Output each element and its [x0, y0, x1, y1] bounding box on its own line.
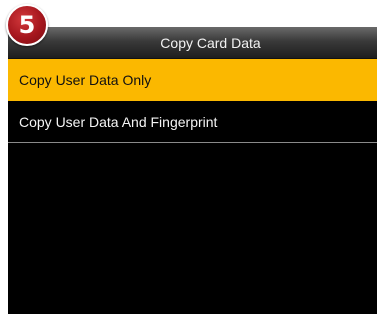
- menu-item-label: Copy User Data Only: [19, 72, 152, 88]
- menu-item-copy-user-data-and-fingerprint[interactable]: Copy User Data And Fingerprint: [8, 101, 377, 143]
- step-number-badge: 5: [6, 4, 48, 46]
- menu-item-copy-user-data-only[interactable]: Copy User Data Only: [8, 59, 377, 101]
- title-bar: Copy Card Data: [8, 27, 377, 59]
- screen-title: Copy Card Data: [160, 35, 261, 51]
- menu-item-label: Copy User Data And Fingerprint: [19, 114, 218, 130]
- device-screen: Copy Card Data Copy User Data Only Copy …: [8, 27, 377, 314]
